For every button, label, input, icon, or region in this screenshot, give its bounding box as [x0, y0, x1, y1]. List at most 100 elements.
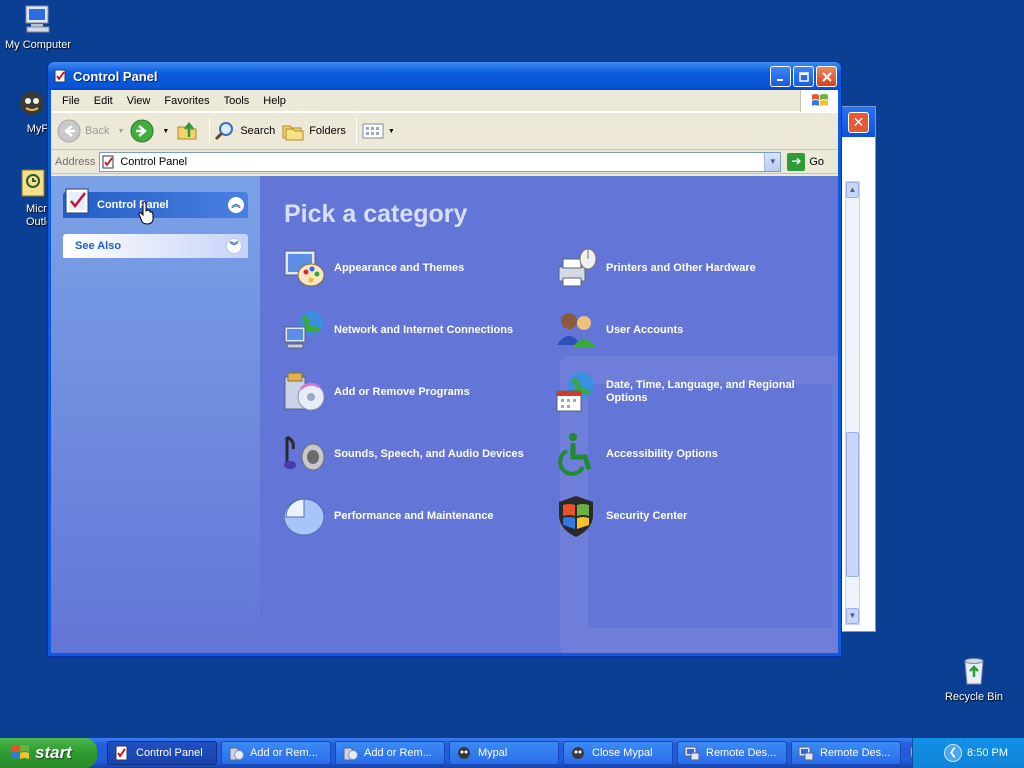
desktop-icon-recycle-bin[interactable]: Recycle Bin	[936, 655, 1012, 704]
task-add-remove-1[interactable]: Add or Rem...	[221, 741, 331, 765]
control-panel-window[interactable]: Control Panel File Edit View Favorites T…	[47, 61, 842, 657]
desktop-icon-my-computer[interactable]: My Computer	[0, 3, 76, 52]
window-title: Control Panel	[73, 68, 158, 84]
category-performance-maintenance[interactable]: Performance and Maintenance	[280, 492, 542, 540]
folders-button[interactable]: Folders	[281, 120, 346, 142]
hand-cursor-icon	[138, 201, 154, 225]
task-add-remove-2[interactable]: Add or Rem...	[335, 741, 445, 765]
address-value: Control Panel	[120, 155, 188, 168]
category-network-internet[interactable]: Network and Internet Connections	[280, 306, 542, 354]
category-appearance-themes[interactable]: Appearance and Themes	[280, 244, 542, 292]
scroll-up-icon[interactable]: ▲	[846, 182, 859, 198]
content-area: Control Panel ︽ See Also ︾ Pick a catego…	[51, 176, 838, 653]
menu-favorites[interactable]: Favorites	[157, 95, 216, 107]
date-time-icon	[552, 368, 600, 416]
see-also-header[interactable]: See Also ︾	[63, 234, 248, 258]
control-panel-task-header[interactable]: Control Panel ︽	[63, 188, 248, 218]
chevron-left-icon[interactable]: ❮	[944, 744, 962, 762]
task-close-mypal[interactable]: Close Mypal	[563, 741, 673, 765]
go-arrow-icon: ➔	[787, 152, 806, 171]
task-label: Remote Des...	[706, 747, 777, 759]
task-label: Add or Rem...	[364, 747, 432, 759]
system-tray: 8:50 PM	[912, 738, 1024, 768]
views-grid-icon	[362, 123, 384, 139]
task-remote-desktop-2[interactable]: Remote Des...	[791, 741, 901, 765]
see-also-label: See Also	[75, 240, 122, 252]
control-panel-icon	[115, 745, 128, 761]
address-input[interactable]: Control Panel ▼	[99, 151, 782, 172]
menu-file[interactable]: File	[55, 95, 87, 107]
category-label: Security Center	[606, 509, 688, 522]
printer-hardware-icon	[552, 244, 600, 292]
category-label: Add or Remove Programs	[334, 385, 470, 398]
category-printers-hardware[interactable]: Printers and Other Hardware	[552, 244, 814, 292]
performance-icon	[280, 492, 328, 540]
add-remove-programs-icon	[280, 368, 328, 416]
control-panel-icon	[102, 155, 114, 168]
user-accounts-icon	[552, 306, 600, 354]
category-security-center[interactable]: Security Center	[552, 492, 814, 540]
task-label: Remote Des...	[820, 747, 891, 759]
window-titlebar[interactable]: Control Panel	[48, 62, 841, 90]
standard-toolbar: Back ▼ ▼ Search Folders ▼	[51, 112, 838, 150]
category-label: Accessibility Options	[606, 447, 718, 460]
views-button[interactable]: ▼	[361, 121, 395, 141]
category-label: Network and Internet Connections	[334, 323, 514, 336]
task-label: Close Mypal	[592, 747, 653, 759]
category-accessibility[interactable]: Accessibility Options	[552, 430, 814, 478]
menu-tools[interactable]: Tools	[217, 95, 257, 107]
remote-desktop-icon	[684, 746, 700, 761]
scrollbar-thumb[interactable]	[846, 432, 859, 577]
close-button[interactable]	[816, 66, 837, 87]
network-icon	[280, 306, 328, 354]
task-control-panel[interactable]: Control Panel	[107, 741, 217, 765]
back-button[interactable]: Back ▼	[57, 119, 124, 143]
back-arrow-icon	[57, 119, 81, 143]
task-remote-desktop-1[interactable]: Remote Des...	[677, 741, 787, 765]
maximize-button[interactable]	[793, 66, 814, 87]
chevron-down-icon[interactable]: ▼	[388, 128, 395, 135]
go-button[interactable]: ➔ Go	[787, 152, 825, 171]
mypal-icon	[572, 747, 584, 759]
task-pane-title: Control Panel	[97, 199, 169, 211]
control-panel-icon	[54, 69, 66, 83]
menu-view[interactable]: View	[120, 95, 158, 107]
chevron-down-icon[interactable]: ▼	[117, 128, 124, 135]
up-folder-icon	[177, 121, 197, 140]
up-folder-button[interactable]	[175, 119, 199, 143]
back-label: Back	[85, 125, 110, 137]
task-mypal[interactable]: Mypal	[449, 741, 559, 765]
menu-edit[interactable]: Edit	[87, 95, 120, 107]
minimize-button[interactable]	[770, 66, 791, 87]
category-add-remove-programs[interactable]: Add or Remove Programs	[280, 368, 542, 416]
chevron-up-icon[interactable]: ︽	[228, 197, 244, 213]
category-label: Sounds, Speech, and Audio Devices	[334, 447, 524, 460]
chevron-down-icon[interactable]: ︾	[226, 238, 242, 254]
go-label: Go	[809, 155, 825, 168]
category-date-time-regional[interactable]: Date, Time, Language, and Regional Optio…	[552, 368, 814, 416]
menu-help[interactable]: Help	[256, 95, 293, 107]
address-dropdown-icon[interactable]: ▼	[764, 152, 781, 171]
windows-logo-icon	[800, 90, 838, 112]
chevron-down-icon[interactable]: ▼	[162, 128, 169, 135]
folders-icon	[282, 125, 304, 141]
vertical-scrollbar[interactable]: ▲ ▼	[845, 181, 860, 625]
search-button[interactable]: Search	[214, 120, 275, 142]
control-panel-icon	[65, 188, 89, 214]
start-button[interactable]: start	[0, 738, 97, 768]
menu-bar: File Edit View Favorites Tools Help	[51, 90, 838, 112]
close-icon[interactable]: ✕	[848, 112, 869, 133]
category-label: Printers and Other Hardware	[606, 261, 756, 274]
window-controls	[770, 66, 837, 87]
category-sounds-speech-audio[interactable]: Sounds, Speech, and Audio Devices	[280, 430, 542, 478]
background-window[interactable]: ✕ ▲ ▼	[842, 106, 876, 632]
clock[interactable]: 8:50 PM	[967, 747, 1008, 759]
category-user-accounts[interactable]: User Accounts	[552, 306, 814, 354]
forward-button[interactable]: ▼	[130, 119, 169, 143]
add-remove-programs-icon	[343, 747, 358, 761]
scroll-down-icon[interactable]: ▼	[846, 608, 859, 624]
mypal-icon	[16, 87, 48, 119]
security-shield-icon	[552, 492, 600, 540]
desktop: My Computer MyPal Micros Outlo Recycle B…	[0, 0, 1024, 738]
address-label: Address	[55, 155, 96, 168]
